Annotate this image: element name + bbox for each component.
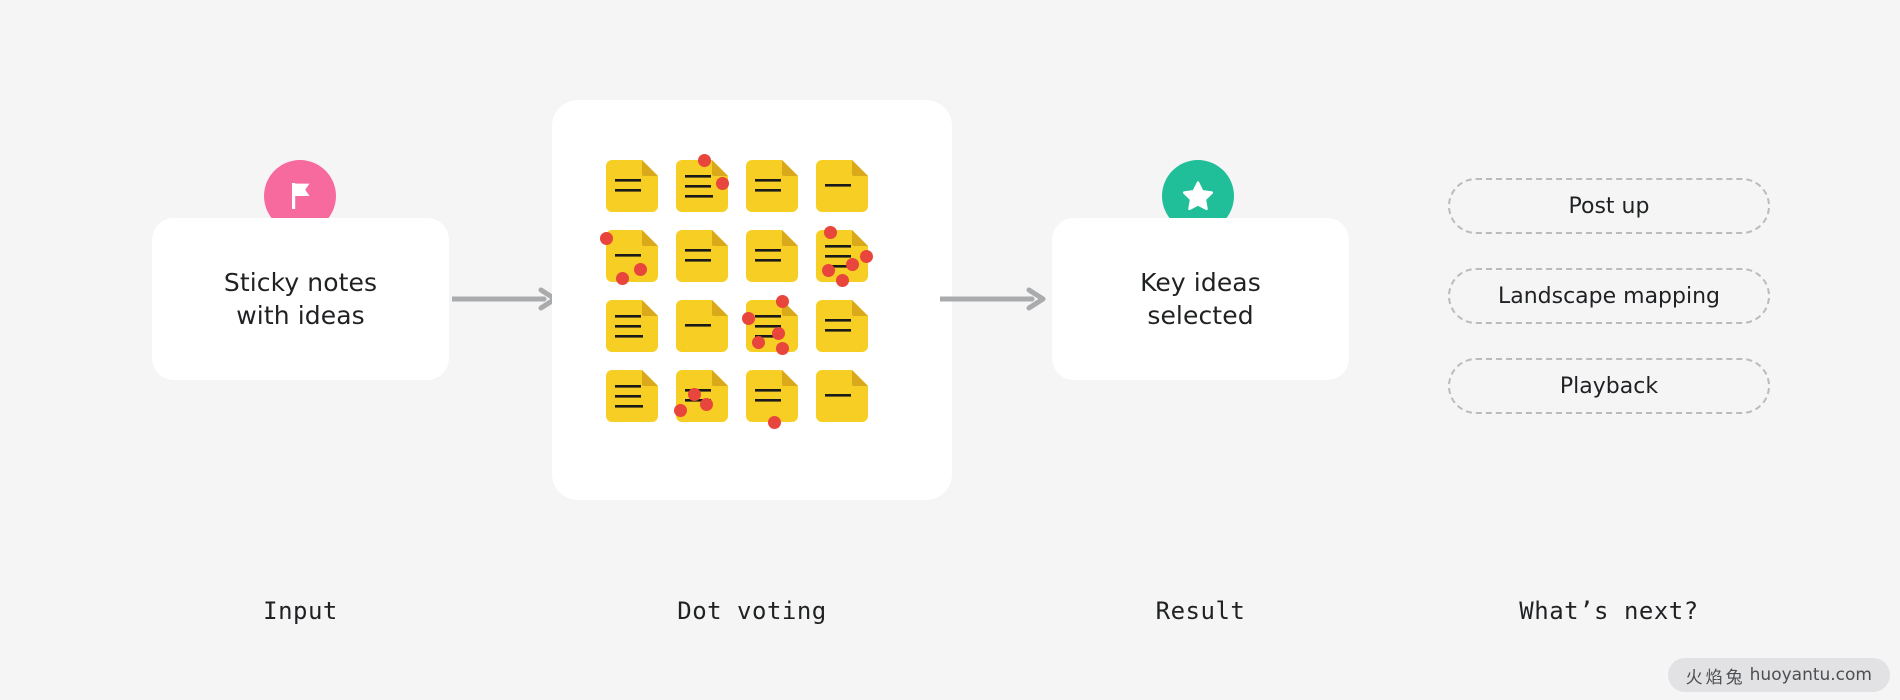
sticky-note[interactable]	[602, 156, 672, 222]
watermark-domain: huoyantu.com	[1749, 665, 1872, 685]
sticky-note[interactable]	[812, 226, 882, 292]
vote-dot[interactable]	[776, 342, 789, 355]
caption-whats-next: What’s next?	[1519, 597, 1699, 625]
diagram-canvas: Sticky notes with ideas Input Dot voting…	[0, 0, 1900, 700]
caption-input: Input	[263, 597, 338, 625]
arrow-input-to-voting	[449, 287, 560, 311]
vote-dot[interactable]	[768, 416, 781, 429]
arrow-voting-to-result	[937, 287, 1048, 311]
vote-dot[interactable]	[752, 336, 765, 349]
whats-next-pill[interactable]: Landscape mapping	[1448, 268, 1770, 324]
whats-next-list: Post up Landscape mapping Playback	[1448, 178, 1770, 414]
vote-dot[interactable]	[824, 226, 837, 239]
caption-result: Result	[1155, 597, 1246, 625]
vote-dot[interactable]	[600, 232, 613, 245]
sticky-note-icon	[606, 160, 658, 212]
sticky-note-icon	[746, 370, 798, 422]
vote-dot[interactable]	[776, 295, 789, 308]
sticky-note[interactable]	[600, 226, 672, 292]
whats-next-pill-label: Playback	[1559, 373, 1659, 399]
flag-icon	[292, 183, 310, 209]
sticky-note-icon	[606, 370, 658, 422]
sticky-note[interactable]	[812, 296, 882, 362]
caption-dot-voting: Dot voting	[677, 597, 827, 625]
sticky-note[interactable]	[672, 366, 742, 432]
sticky-note-icon	[746, 160, 798, 212]
sticky-note[interactable]	[742, 156, 812, 222]
sticky-note[interactable]	[742, 295, 812, 362]
vote-dot[interactable]	[772, 327, 785, 340]
whats-next-pill[interactable]: Playback	[1448, 358, 1770, 414]
vote-dot[interactable]	[716, 177, 729, 190]
dot-voting-panel	[552, 100, 952, 500]
vote-dot[interactable]	[700, 398, 713, 411]
result-card: Key ideas selected	[1052, 218, 1349, 380]
whats-next-pill-label: Landscape mapping	[1497, 283, 1721, 309]
watermark-cjk: 火焰兔	[1685, 667, 1746, 688]
vote-dot[interactable]	[616, 272, 629, 285]
sticky-note-icon	[606, 300, 658, 352]
vote-dot[interactable]	[742, 312, 755, 325]
input-card-label: Sticky notes with ideas	[223, 267, 378, 330]
vote-dot[interactable]	[698, 154, 711, 167]
star-icon	[1182, 181, 1214, 211]
sticky-note[interactable]	[812, 366, 882, 432]
sticky-note-icon	[816, 160, 868, 212]
vote-dot[interactable]	[860, 250, 873, 263]
sticky-note[interactable]	[742, 366, 812, 432]
whats-next-pill-label: Post up	[1568, 193, 1650, 219]
sticky-note-icon	[816, 370, 868, 422]
vote-dot[interactable]	[634, 263, 647, 276]
result-card-label: Key ideas selected	[1140, 267, 1261, 330]
sticky-note-icon	[606, 230, 658, 282]
sticky-note[interactable]	[812, 156, 882, 222]
watermark: 火焰兔 huoyantu.com	[1667, 658, 1890, 692]
vote-dot[interactable]	[822, 264, 835, 277]
sticky-note[interactable]	[602, 366, 672, 432]
sticky-note[interactable]	[742, 226, 812, 292]
sticky-note-icon	[676, 230, 728, 282]
sticky-note[interactable]	[672, 296, 742, 362]
vote-dot[interactable]	[846, 258, 859, 271]
sticky-note-icon	[746, 230, 798, 282]
whats-next-pill[interactable]: Post up	[1448, 178, 1770, 234]
vote-dot[interactable]	[836, 274, 849, 287]
sticky-note-grid	[600, 154, 902, 444]
sticky-note[interactable]	[672, 226, 742, 292]
sticky-note[interactable]	[602, 296, 672, 362]
vote-dot[interactable]	[674, 404, 687, 417]
input-card: Sticky notes with ideas	[152, 218, 449, 380]
vote-dot[interactable]	[688, 388, 701, 401]
sticky-note[interactable]	[672, 154, 742, 222]
sticky-note-icon	[676, 300, 728, 352]
sticky-note-icon	[816, 300, 868, 352]
